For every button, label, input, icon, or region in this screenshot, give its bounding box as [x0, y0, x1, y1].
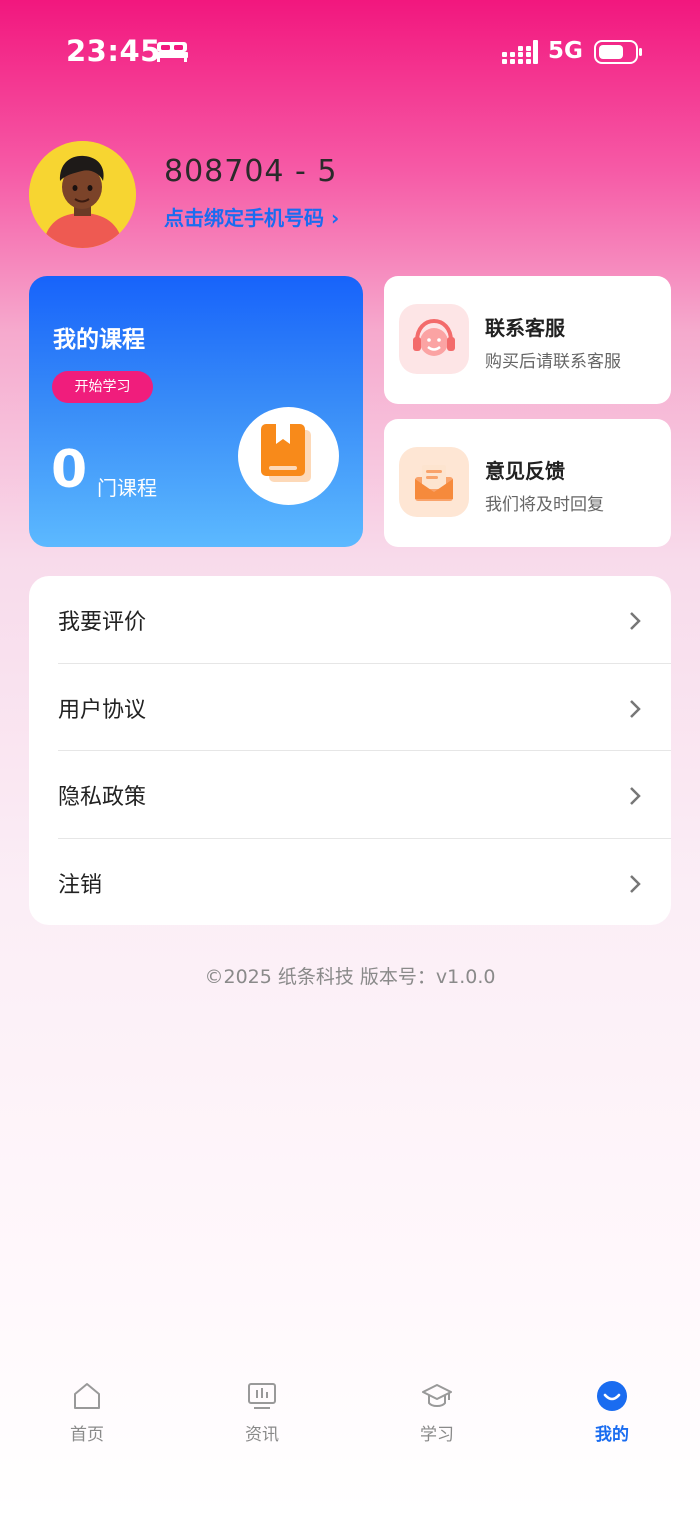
tab-label: 首页 — [70, 1425, 104, 1445]
tab-mine[interactable]: 我的 — [567, 1380, 657, 1460]
menu-item-label: 用户协议 — [58, 698, 147, 723]
menu-item-label: 我要评价 — [58, 610, 147, 635]
network-label: 5G — [548, 38, 583, 64]
battery-icon — [594, 40, 642, 64]
contact-service-title: 联系客服 — [485, 316, 565, 340]
settings-menu: 我要评价 用户协议 隐私政策 注销 — [29, 576, 671, 925]
tab-label: 资讯 — [245, 1425, 279, 1445]
user-id: 808704 - 5 — [164, 154, 338, 189]
bind-phone-link[interactable]: 点击绑定手机号码 › — [164, 202, 339, 231]
copyright-text: ©2025 纸条科技 版本号：v1.0.0 — [204, 966, 496, 988]
avatar[interactable] — [29, 141, 136, 248]
my-courses-card[interactable]: 我的课程 开始学习 0 门课程 — [29, 276, 363, 547]
menu-item-label: 隐私政策 — [58, 785, 147, 810]
bed-icon — [156, 42, 188, 62]
feedback-subtitle: 我们将及时回复 — [485, 495, 604, 515]
chevron-right-icon — [630, 700, 641, 718]
signal-icon — [502, 40, 538, 64]
contact-service-card[interactable]: 联系客服 购买后请联系客服 — [384, 276, 671, 404]
home-icon — [74, 1383, 100, 1409]
menu-item-user-agreement[interactable]: 用户协议 — [58, 664, 671, 752]
chevron-right-icon — [630, 875, 641, 893]
menu-item-privacy-policy[interactable]: 隐私政策 — [58, 751, 671, 839]
tab-study[interactable]: 学习 — [392, 1380, 482, 1460]
tab-news[interactable]: 资讯 — [217, 1380, 307, 1460]
feedback-card[interactable]: 意见反馈 我们将及时回复 — [384, 419, 671, 547]
status-time: 23:45 — [66, 34, 161, 68]
course-unit-label: 门课程 — [97, 476, 157, 500]
course-card-title: 我的课程 — [53, 327, 145, 353]
book-icon — [238, 407, 339, 505]
tab-home[interactable]: 首页 — [42, 1380, 132, 1460]
feedback-title: 意见反馈 — [485, 459, 565, 483]
menu-item-review[interactable]: 我要评价 — [58, 576, 671, 664]
menu-item-label: 注销 — [58, 873, 103, 898]
mail-icon — [399, 447, 469, 517]
chevron-right-icon — [630, 612, 641, 630]
menu-item-deregister[interactable]: 注销 — [58, 839, 671, 927]
start-learning-button[interactable]: 开始学习 — [52, 371, 153, 403]
chevron-right-icon — [630, 787, 641, 805]
profile-smile-icon — [597, 1381, 627, 1411]
course-count: 0 — [51, 440, 88, 500]
contact-service-subtitle: 购买后请联系客服 — [485, 352, 621, 372]
tab-label: 我的 — [595, 1425, 629, 1445]
headset-icon — [399, 304, 469, 374]
graduation-cap-icon — [422, 1384, 452, 1407]
news-icon — [248, 1383, 276, 1409]
tab-label: 学习 — [420, 1425, 454, 1445]
